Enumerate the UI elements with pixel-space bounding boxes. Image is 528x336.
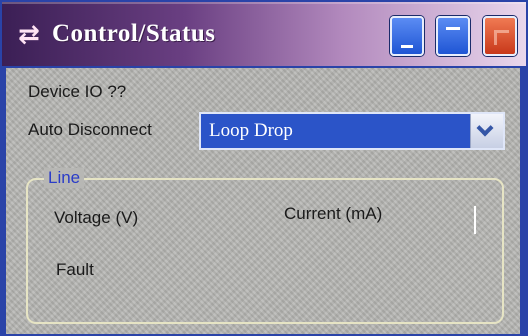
title-bar[interactable]: ⇄ Control/Status [2,2,526,66]
client-area: Device IO ?? Auto Disconnect Loop Drop L… [6,68,528,334]
swap-arrows-icon: ⇄ [18,20,40,50]
current-label: Current (mA) [284,204,383,223]
value-separator [474,206,476,234]
edge-marker [524,206,528,236]
auto-disconnect-select[interactable]: Loop Drop [199,112,505,150]
voltage-label: Voltage (V) [54,208,139,227]
control-status-window: ⇄ Control/Status Device IO ?? Auto Disco… [0,0,528,336]
close-button[interactable] [483,16,517,56]
dropdown-button[interactable] [470,114,503,148]
device-id-label: Device IO ?? [28,82,127,101]
minimize-icon [401,45,413,48]
line-group-legend: Line [44,168,85,188]
maximize-button[interactable] [436,16,470,56]
edge-marker [524,122,528,150]
maximize-icon [446,27,460,30]
fault-label: Fault [56,260,94,279]
chevron-down-icon [476,119,494,137]
auto-disconnect-label: Auto Disconnect [28,120,152,139]
minimize-button[interactable] [390,16,424,56]
window-title: Control/Status [52,20,216,47]
close-icon [494,30,509,45]
line-groupbox [26,178,504,324]
auto-disconnect-value: Loop Drop [209,120,293,141]
